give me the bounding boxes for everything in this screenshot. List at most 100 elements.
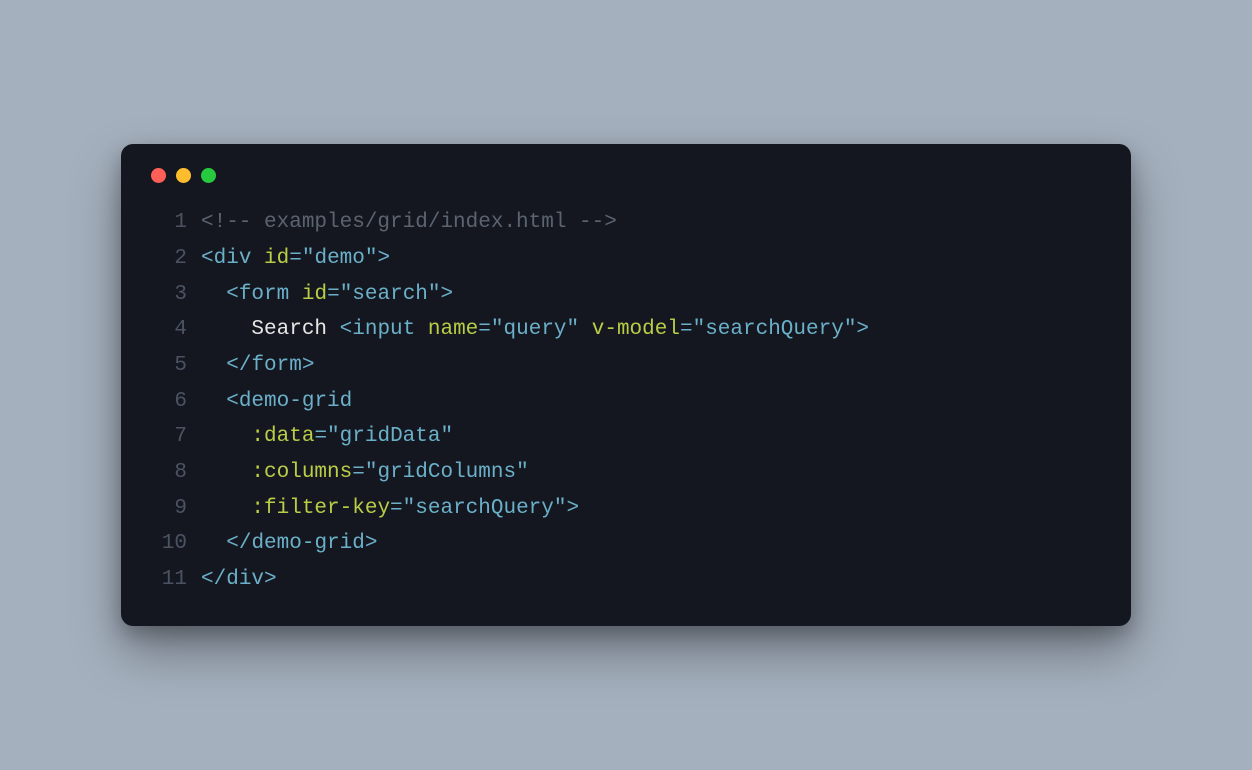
code-content[interactable]: :filter-key="searchQuery"> (201, 491, 1107, 527)
line-number: 6 (145, 384, 201, 420)
code-token: gridColumns (377, 461, 516, 484)
code-line[interactable]: 2<div id="demo"> (145, 241, 1107, 277)
code-token: " (365, 247, 378, 270)
code-token (201, 532, 226, 555)
code-token: </ (201, 568, 226, 591)
code-token: demo-grid (239, 390, 352, 413)
code-content[interactable]: <form id="search"> (201, 277, 1107, 313)
code-token: " (567, 318, 580, 341)
code-content[interactable]: :columns="gridColumns" (201, 455, 1107, 491)
code-token (201, 390, 226, 413)
code-token: " (428, 283, 441, 306)
code-token: v-model (592, 318, 680, 341)
code-token (201, 354, 226, 377)
code-token: </ (226, 354, 251, 377)
code-token: > (567, 497, 580, 520)
code-token: " (340, 283, 353, 306)
code-line[interactable]: 6 <demo-grid (145, 384, 1107, 420)
code-token: form (239, 283, 289, 306)
code-token (251, 247, 264, 270)
code-token: " (302, 247, 315, 270)
code-window: 1<!-- examples/grid/index.html -->2<div … (121, 144, 1131, 626)
code-token: = (314, 425, 327, 448)
code-token (579, 318, 592, 341)
code-token: id (302, 283, 327, 306)
code-line[interactable]: 3 <form id="search"> (145, 277, 1107, 313)
line-number: 5 (145, 348, 201, 384)
code-token: " (844, 318, 857, 341)
code-token: " (403, 497, 416, 520)
code-line[interactable]: 10 </demo-grid> (145, 526, 1107, 562)
code-token: Search (251, 318, 339, 341)
line-number: 9 (145, 491, 201, 527)
close-icon[interactable] (151, 168, 166, 183)
code-token: > (856, 318, 869, 341)
code-token (201, 425, 251, 448)
code-token: = (390, 497, 403, 520)
code-content[interactable]: <div id="demo"> (201, 241, 1107, 277)
code-line[interactable]: 5 </form> (145, 348, 1107, 384)
code-token: :filter-key (251, 497, 390, 520)
minimize-icon[interactable] (176, 168, 191, 183)
code-content[interactable]: </div> (201, 562, 1107, 598)
code-token: = (680, 318, 693, 341)
code-token (415, 318, 428, 341)
code-token: div (226, 568, 264, 591)
code-token: > (441, 283, 454, 306)
code-content[interactable]: </form> (201, 348, 1107, 384)
code-line[interactable]: 1<!-- examples/grid/index.html --> (145, 205, 1107, 241)
line-number: 11 (145, 562, 201, 598)
code-token: gridData (340, 425, 441, 448)
code-token: :data (251, 425, 314, 448)
code-token: > (302, 354, 315, 377)
code-token: " (516, 461, 529, 484)
line-number: 3 (145, 277, 201, 313)
code-token: > (365, 532, 378, 555)
maximize-icon[interactable] (201, 168, 216, 183)
code-token: query (504, 318, 567, 341)
line-number: 10 (145, 526, 201, 562)
line-number: 2 (145, 241, 201, 277)
code-token: > (264, 568, 277, 591)
line-number: 8 (145, 455, 201, 491)
code-content[interactable]: </demo-grid> (201, 526, 1107, 562)
code-token: = (478, 318, 491, 341)
code-line[interactable]: 11</div> (145, 562, 1107, 598)
code-token: < (201, 247, 214, 270)
code-token (201, 318, 251, 341)
code-token: " (365, 461, 378, 484)
code-token: id (264, 247, 289, 270)
code-editor[interactable]: 1<!-- examples/grid/index.html -->2<div … (145, 205, 1107, 598)
code-token: = (289, 247, 302, 270)
code-content[interactable]: <demo-grid (201, 384, 1107, 420)
code-token: < (226, 390, 239, 413)
code-token: > (378, 247, 391, 270)
code-content[interactable]: <!-- examples/grid/index.html --> (201, 205, 1107, 241)
code-token: = (352, 461, 365, 484)
code-token: " (554, 497, 567, 520)
code-line[interactable]: 7 :data="gridData" (145, 419, 1107, 455)
code-token: " (440, 425, 453, 448)
code-token: " (491, 318, 504, 341)
code-token: <!-- examples/grid/index.html --> (201, 211, 617, 234)
code-token: name (428, 318, 478, 341)
window-titlebar (145, 164, 1107, 205)
code-line[interactable]: 9 :filter-key="searchQuery"> (145, 491, 1107, 527)
code-content[interactable]: Search <input name="query" v-model="sear… (201, 312, 1107, 348)
code-token: demo-grid (251, 532, 364, 555)
code-token: " (693, 318, 706, 341)
code-token: demo (314, 247, 364, 270)
code-token: " (327, 425, 340, 448)
code-line[interactable]: 4 Search <input name="query" v-model="se… (145, 312, 1107, 348)
code-token: form (251, 354, 301, 377)
code-token: searchQuery (415, 497, 554, 520)
code-token: :columns (251, 461, 352, 484)
code-token: search (352, 283, 428, 306)
code-token (201, 283, 226, 306)
code-token (201, 497, 251, 520)
code-line[interactable]: 8 :columns="gridColumns" (145, 455, 1107, 491)
code-content[interactable]: :data="gridData" (201, 419, 1107, 455)
line-number: 7 (145, 419, 201, 455)
code-token: input (352, 318, 415, 341)
code-token: < (340, 318, 353, 341)
